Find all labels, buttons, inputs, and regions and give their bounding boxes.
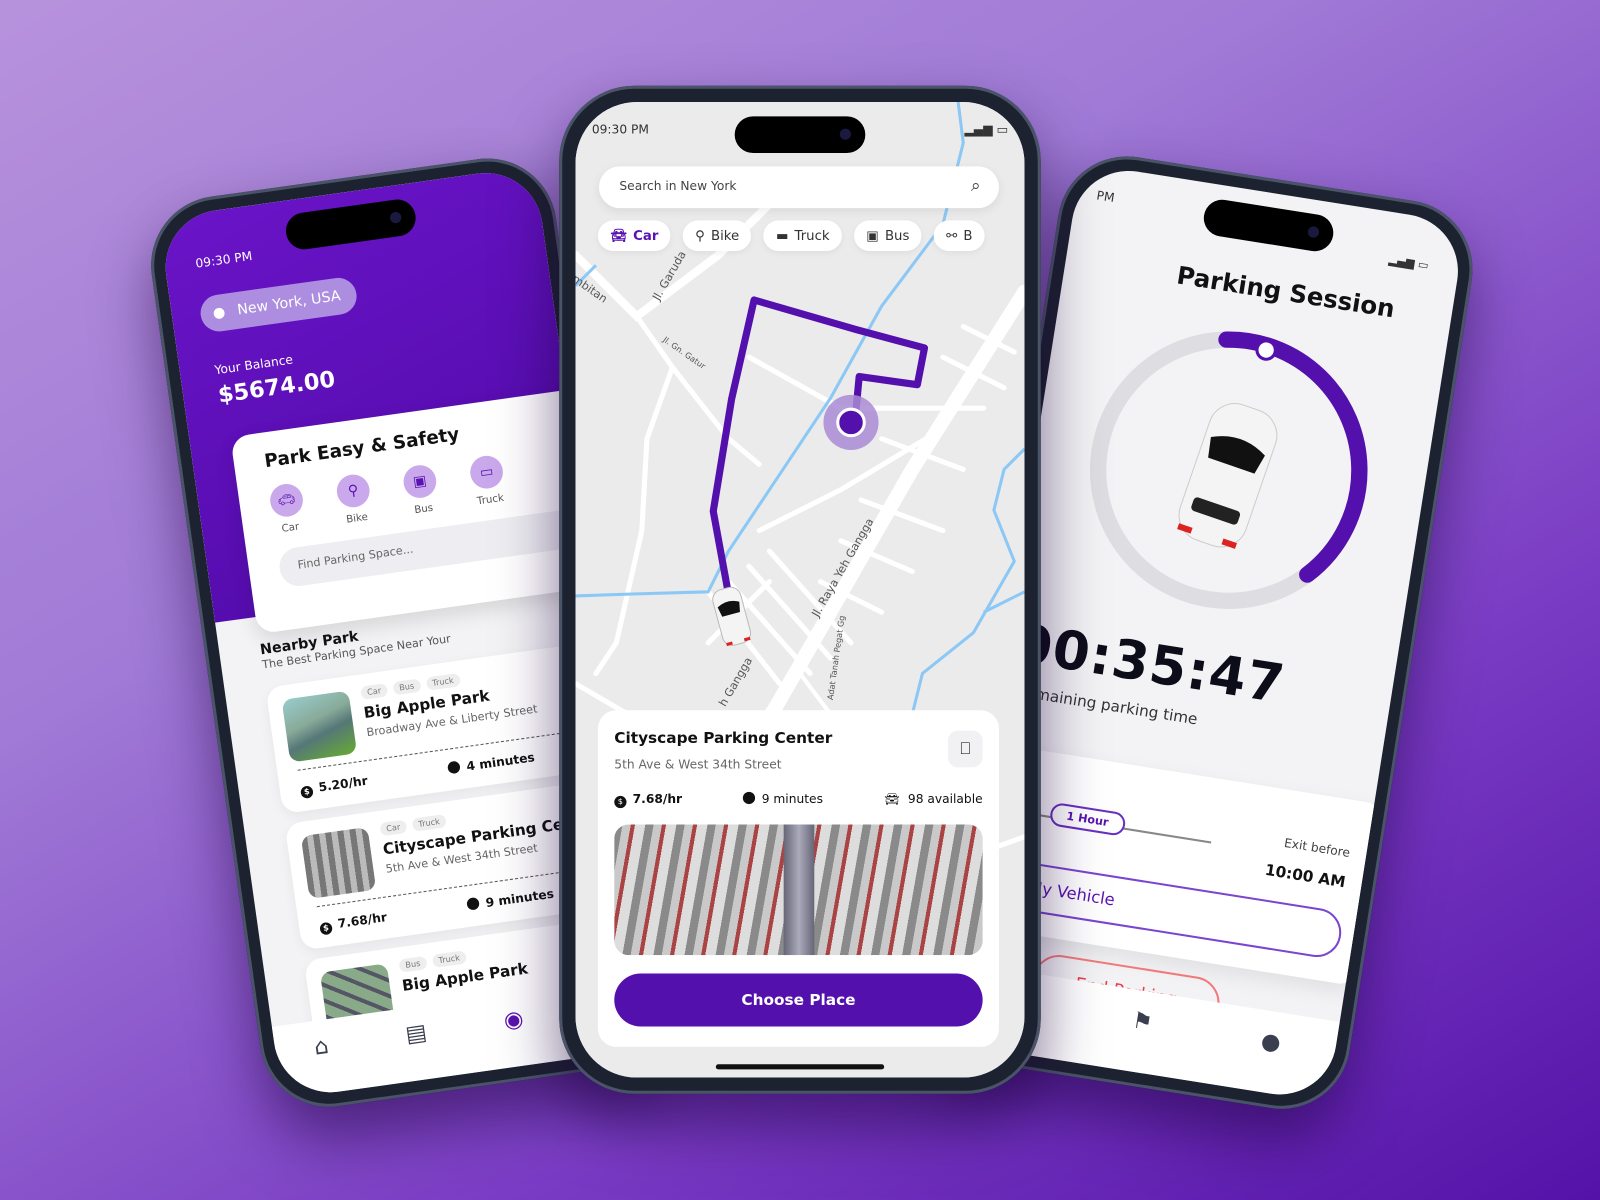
park-price: 7.68/hr: [336, 909, 388, 931]
tag: Bus: [398, 955, 428, 973]
filter-label: Bus: [884, 228, 910, 244]
place-price: 7.68/hr: [632, 791, 683, 807]
bike-icon: ⚲: [334, 472, 372, 510]
dollar-icon: $: [319, 921, 334, 936]
home-icon[interactable]: ⌂: [313, 1034, 335, 1095]
tag: Truck: [411, 813, 447, 832]
clock-icon: [447, 760, 462, 775]
map-search-input[interactable]: Search in New York ⌕: [598, 166, 999, 209]
status-time: 09:30 PM: [591, 122, 649, 137]
car-icon: 🚘︎: [884, 791, 900, 807]
destination-pin[interactable]: [823, 394, 879, 450]
place-name: Cityscape Parking Center: [614, 728, 833, 747]
category-truck[interactable]: ▭ Truck: [468, 453, 507, 508]
category-bus[interactable]: ▣ Bus: [401, 463, 440, 517]
timer-icon[interactable]: ◉: [502, 1006, 530, 1067]
park-photo: [281, 690, 358, 763]
dollar-icon: $: [300, 785, 314, 800]
map-screen: 09:30 PM ▂▄▆ ▭ Jl. Garuda mbitan Jl. Gn.…: [575, 102, 1025, 1078]
filter-truck[interactable]: ▬ Truck: [763, 220, 842, 252]
bookmark-icon[interactable]: ⎕: [947, 730, 983, 768]
tag: Car: [379, 819, 408, 837]
location-label: New York, USA: [236, 287, 342, 319]
bus-icon: ▣: [866, 228, 879, 244]
receipt-icon[interactable]: ▤: [404, 1020, 433, 1082]
car-icon: 🚘︎: [610, 228, 628, 244]
map-phone: 09:30 PM ▂▄▆ ▭ Jl. Garuda mbitan Jl. Gn.…: [559, 85, 1041, 1094]
place-availability: 98 available: [907, 791, 983, 807]
page-title: Parking Session: [1174, 260, 1397, 324]
filter-bicycle[interactable]: ⚯ B: [933, 220, 985, 252]
filter-car[interactable]: 🚘︎ Car: [597, 220, 671, 252]
dynamic-island: [734, 116, 866, 154]
dollar-icon: $: [614, 795, 627, 809]
place-time: 9 minutes: [761, 791, 823, 807]
category-label: Bus: [413, 502, 434, 517]
filter-label: Car: [633, 228, 659, 244]
truck-icon: ▬: [775, 228, 789, 244]
profile-icon[interactable]: ●: [1253, 1028, 1282, 1094]
filter-bus[interactable]: ▣ Bus: [854, 220, 922, 252]
session-progress-ring: [1089, 331, 1368, 610]
search-placeholder: Search in New York: [619, 178, 737, 193]
exit-label: Exit before: [1283, 835, 1352, 861]
place-address: 5th Ave & West 34th Street: [614, 757, 782, 772]
category-label: Truck: [476, 492, 505, 508]
place-photo: [614, 824, 983, 956]
status-time: PM: [1095, 188, 1116, 206]
bicycle-icon: ⚯: [946, 228, 958, 244]
tag: Bus: [392, 678, 422, 696]
park-time: 9 minutes: [484, 886, 555, 911]
place-detail-card: Cityscape Parking Center 5th Ave & West …: [597, 710, 999, 1047]
home-indicator: [715, 1064, 885, 1070]
ring-handle[interactable]: [1255, 339, 1277, 361]
filter-label: Truck: [794, 228, 830, 244]
category-label: Bike: [345, 511, 369, 526]
car-icon: 🚗︎: [268, 481, 305, 519]
park-time: 4 minutes: [465, 750, 536, 774]
car-top-view-icon: [1177, 403, 1278, 549]
park-price: 5.20/hr: [317, 773, 369, 795]
tag: Truck: [425, 672, 461, 691]
truck-icon: ▭: [468, 453, 506, 491]
exit-time: 10:00 AM: [1263, 860, 1347, 892]
category-bike[interactable]: ⚲ Bike: [334, 472, 374, 527]
filter-label: Bike: [710, 228, 740, 244]
park-photo: [300, 826, 377, 899]
search-icon[interactable]: ⌕: [971, 176, 981, 196]
bookmark-check-icon[interactable]: ⚑: [1125, 1008, 1154, 1074]
tag: Truck: [431, 950, 467, 969]
signal-battery-icon: ▂▄▆ ▭: [1387, 252, 1430, 273]
category-label: Car: [280, 521, 300, 535]
filter-bike[interactable]: ⚲ Bike: [682, 220, 752, 252]
filter-label: B: [963, 228, 973, 244]
clock-icon: [466, 896, 481, 911]
signal-battery-icon: ▂▄▆ ▭: [964, 122, 1009, 137]
mockup-stage: 09:30 PM ● New York, USA Your Balance $5…: [0, 0, 1600, 1200]
choose-place-button[interactable]: Choose Place: [614, 973, 983, 1027]
location-pin-icon: ●: [211, 304, 227, 322]
motorbike-icon: ⚲: [695, 228, 705, 244]
clock-icon: [743, 791, 756, 805]
category-car[interactable]: 🚗︎ Car: [268, 481, 307, 536]
vehicle-filter-chips: 🚘︎ Car ⚲ Bike ▬ Truck ▣ Bus ⚯ B: [597, 220, 985, 252]
dynamic-island: [1201, 197, 1336, 254]
duration-handle[interactable]: 1 Hour: [1048, 801, 1127, 837]
tag: Car: [360, 683, 389, 700]
bus-icon: ▣: [401, 463, 439, 501]
